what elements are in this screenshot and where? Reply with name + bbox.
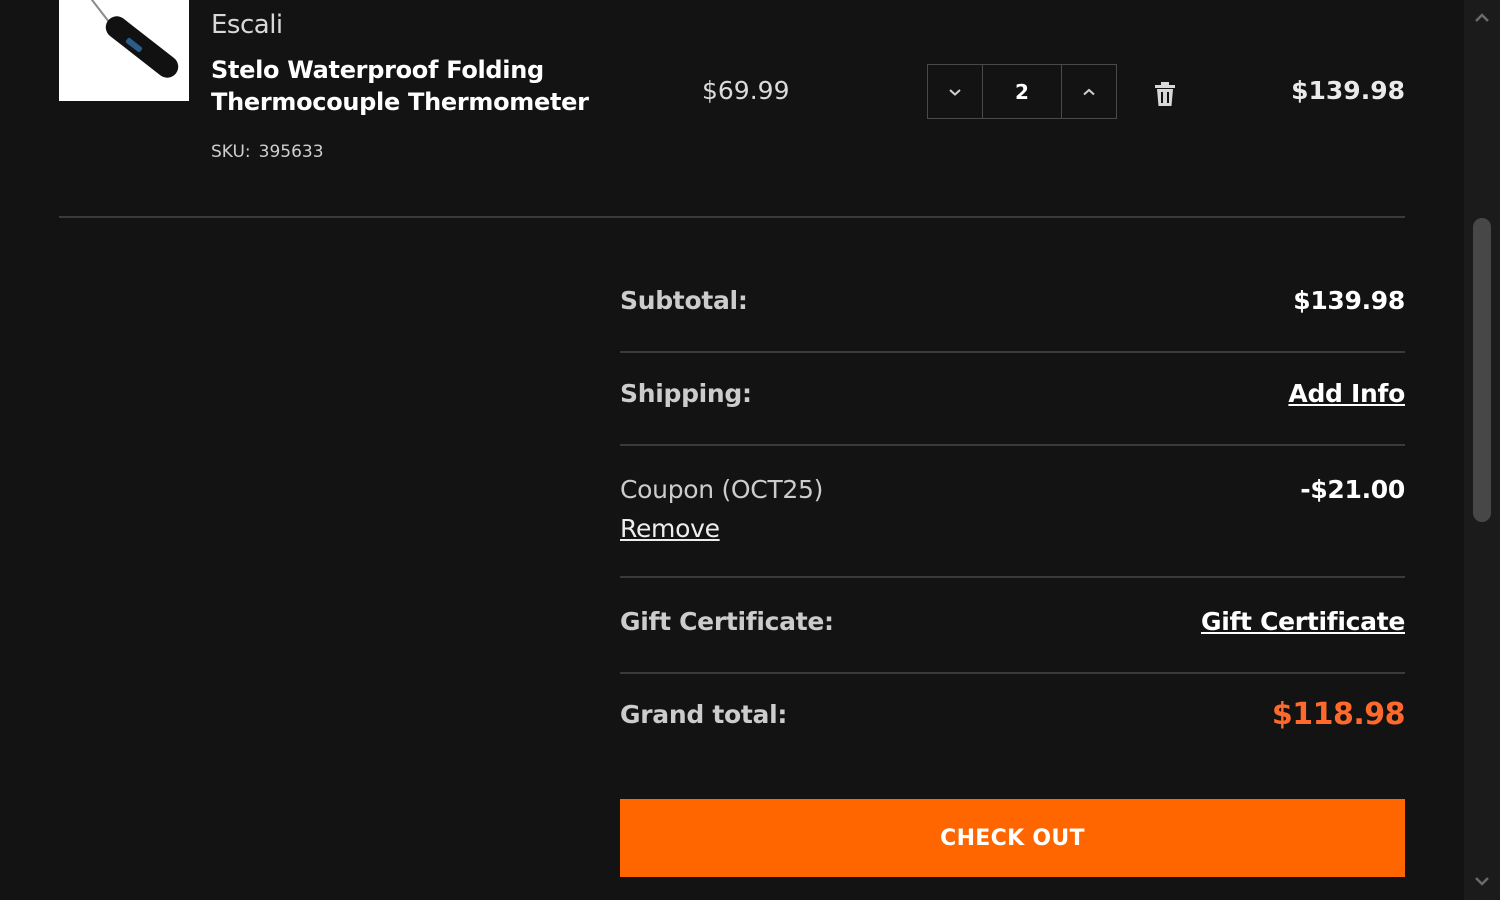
divider	[620, 576, 1405, 578]
gift-certificate-link[interactable]: Gift Certificate	[1201, 607, 1405, 636]
scrollbar[interactable]	[1464, 0, 1500, 900]
sku-label: SKU:	[211, 142, 251, 162]
product-name-link[interactable]: Stelo Waterproof Folding Thermocouple Th…	[211, 54, 611, 118]
divider	[620, 444, 1405, 446]
divider	[620, 351, 1405, 353]
product-brand: Escali	[211, 10, 283, 40]
shipping-add-info-link[interactable]: Add Info	[1288, 379, 1405, 408]
subtotal-value: $139.98	[1293, 286, 1405, 315]
product-image[interactable]	[59, 0, 189, 101]
order-summary: Subtotal: $139.98 Shipping: Add Info Cou…	[620, 0, 1406, 900]
grand-total-label: Grand total:	[620, 700, 788, 729]
sku-value: 395633	[258, 142, 324, 162]
gift-certificate-label: Gift Certificate:	[620, 607, 834, 636]
subtotal-label: Subtotal:	[620, 286, 748, 315]
divider	[620, 672, 1405, 674]
shipping-label: Shipping:	[620, 379, 752, 408]
scroll-down-arrow-icon[interactable]	[1472, 871, 1492, 891]
coupon-remove-link[interactable]: Remove	[620, 514, 720, 543]
grand-total-value: $118.98	[1271, 697, 1406, 732]
coupon-value: -$21.00	[1300, 475, 1405, 504]
checkout-button[interactable]: CHECK OUT	[620, 799, 1405, 877]
scroll-up-arrow-icon[interactable]	[1472, 8, 1492, 28]
scrollbar-thumb[interactable]	[1473, 218, 1491, 522]
product-sku: SKU: 395633	[211, 142, 324, 162]
coupon-label: Coupon (OCT25)	[620, 475, 824, 504]
cart-page: Escali Stelo Waterproof Folding Thermoco…	[0, 0, 1500, 900]
thermometer-product-image	[90, 0, 179, 78]
